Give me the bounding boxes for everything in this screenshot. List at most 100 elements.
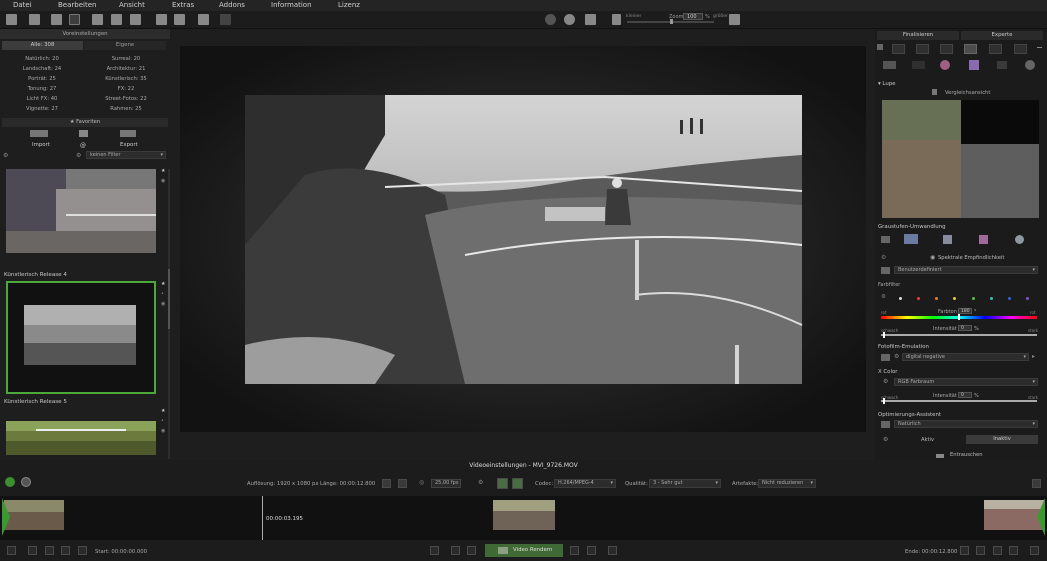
- filter-select[interactable]: keinen Filter: [86, 151, 166, 159]
- tab-finalisieren[interactable]: Finalisieren: [877, 31, 959, 40]
- prev-end-icon[interactable]: [976, 546, 985, 555]
- category-kuenstlerisch[interactable]: Künstlerisch: 35: [86, 76, 166, 82]
- preset-thumb-3[interactable]: [6, 421, 156, 455]
- import-label[interactable]: Import: [32, 142, 50, 148]
- mail-icon[interactable]: [174, 14, 185, 25]
- farbton-field[interactable]: 180: [958, 308, 972, 314]
- xcolor-select[interactable]: RGB Farbraum: [894, 378, 1038, 386]
- hue-slider-handle[interactable]: [958, 314, 960, 320]
- to-end-icon[interactable]: [1030, 546, 1039, 555]
- list-icon[interactable]: [881, 236, 890, 243]
- inaktiv-button[interactable]: Inaktiv: [966, 435, 1038, 444]
- menu-bearbeiten[interactable]: Bearbeiten: [58, 1, 96, 9]
- play-icon[interactable]: [5, 477, 15, 487]
- settings-icon[interactable]: ⚙: [478, 479, 483, 486]
- color-dot[interactable]: [917, 297, 920, 300]
- jump-start-icon[interactable]: [430, 546, 439, 555]
- playhead[interactable]: [262, 496, 263, 540]
- share-icon[interactable]: [156, 14, 167, 25]
- crop-icon[interactable]: [382, 479, 391, 488]
- export-label[interactable]: Export: [120, 142, 138, 148]
- import-icon[interactable]: [30, 130, 48, 137]
- info-icon[interactable]: ◉: [161, 178, 165, 184]
- cube-icon[interactable]: [943, 235, 952, 244]
- artifacts-select[interactable]: Nicht reduzieren: [758, 479, 816, 488]
- intensity2-slider[interactable]: [881, 400, 1037, 402]
- forward-end-icon[interactable]: [1009, 546, 1018, 555]
- funnel-icon[interactable]: [979, 235, 988, 244]
- color-dot[interactable]: [990, 297, 993, 300]
- optimierung-select[interactable]: Natürlich: [894, 420, 1038, 428]
- intensitaet2-field[interactable]: 0: [958, 392, 972, 398]
- globe-icon[interactable]: [1015, 235, 1024, 244]
- gear-icon[interactable]: ⚙: [883, 436, 888, 443]
- mute-icon[interactable]: [398, 479, 407, 488]
- undo-icon[interactable]: [545, 14, 556, 25]
- gear-icon[interactable]: ⚙: [881, 294, 886, 300]
- category-rahmen[interactable]: Rahmen: 25: [86, 106, 166, 112]
- link-icon[interactable]: [69, 14, 80, 25]
- color-icon[interactable]: [964, 44, 977, 54]
- add-icon[interactable]: [877, 44, 883, 50]
- category-vignette[interactable]: Vignette: 27: [2, 106, 82, 112]
- category-surreal[interactable]: Surreal: 20: [86, 56, 166, 62]
- gear-icon[interactable]: ⚙: [883, 378, 888, 385]
- preset-thumb-2[interactable]: [6, 281, 156, 394]
- intensity2-slider-handle[interactable]: [883, 398, 885, 404]
- favorite-star-icon[interactable]: ★: [161, 408, 165, 414]
- filter-icon[interactable]: [989, 44, 1002, 54]
- step-back-icon[interactable]: [467, 546, 476, 555]
- at-icon[interactable]: @: [80, 142, 86, 149]
- bw-preset-icon[interactable]: [904, 234, 918, 244]
- list-icon[interactable]: [881, 267, 890, 274]
- category-tonung[interactable]: Tonung: 27: [2, 86, 82, 92]
- play-small-icon[interactable]: [570, 546, 579, 555]
- favorite-star-icon[interactable]: ★: [161, 168, 165, 174]
- audio-icon[interactable]: [497, 478, 508, 489]
- quality-select[interactable]: 3 - Sehr gut: [649, 479, 721, 488]
- zoom-slider-handle[interactable]: [670, 19, 673, 24]
- compare-toggle-icon[interactable]: [932, 89, 937, 95]
- radio-icon[interactable]: ◉: [930, 254, 935, 261]
- filter-icon[interactable]: ⚙: [3, 152, 8, 159]
- list-icon[interactable]: [881, 354, 890, 361]
- mirror-icon[interactable]: [585, 14, 596, 25]
- gear-icon[interactable]: ⚙: [881, 254, 886, 261]
- color-dot[interactable]: [1026, 297, 1029, 300]
- category-portraet[interactable]: Porträt: 25: [2, 76, 82, 82]
- open-icon[interactable]: [29, 14, 40, 25]
- export-icon[interactable]: [130, 14, 141, 25]
- render-button[interactable]: Video Rendern: [485, 544, 563, 557]
- to-start-icon[interactable]: [7, 546, 16, 555]
- category-lichtfx[interactable]: Licht FX: 40: [2, 96, 82, 102]
- prev-frame-icon[interactable]: [45, 546, 54, 555]
- fast-forward-icon[interactable]: [587, 546, 596, 555]
- fullscreen-icon[interactable]: [729, 14, 740, 25]
- menu-lizenz[interactable]: Lizenz: [338, 1, 360, 9]
- next-frame-icon[interactable]: [61, 546, 70, 555]
- menu-extras[interactable]: Extras: [172, 1, 194, 9]
- zoom-field[interactable]: 100: [683, 13, 703, 20]
- color-wheel-icon[interactable]: [940, 60, 950, 70]
- gear-icon[interactable]: ⚙: [894, 353, 899, 360]
- favorite-star-icon[interactable]: ★: [161, 281, 165, 287]
- next-end-icon[interactable]: [993, 546, 1002, 555]
- color-dot[interactable]: [1008, 297, 1011, 300]
- fotofilm-select[interactable]: digital negative: [902, 353, 1029, 361]
- collapse-icon[interactable]: [936, 454, 944, 458]
- batch-icon[interactable]: [51, 14, 62, 25]
- compare-icon[interactable]: [612, 14, 621, 25]
- menu-ansicht[interactable]: Ansicht: [119, 1, 145, 9]
- print-icon[interactable]: [111, 14, 122, 25]
- new-icon[interactable]: [6, 14, 17, 25]
- share-nodes-icon[interactable]: [997, 61, 1007, 69]
- category-street[interactable]: Street-Fotos: 22: [86, 96, 166, 102]
- bookmark-icon[interactable]: [198, 14, 209, 25]
- tab-alle[interactable]: Alle: 308: [2, 41, 83, 50]
- minus-icon[interactable]: [1037, 47, 1042, 48]
- favorites-button[interactable]: ★ Favoriten: [2, 118, 168, 127]
- color-dot[interactable]: [899, 297, 902, 300]
- category-architektur[interactable]: Architektur: 21: [86, 66, 166, 72]
- forward-icon[interactable]: [78, 546, 87, 555]
- gear-icon[interactable]: [1025, 60, 1035, 70]
